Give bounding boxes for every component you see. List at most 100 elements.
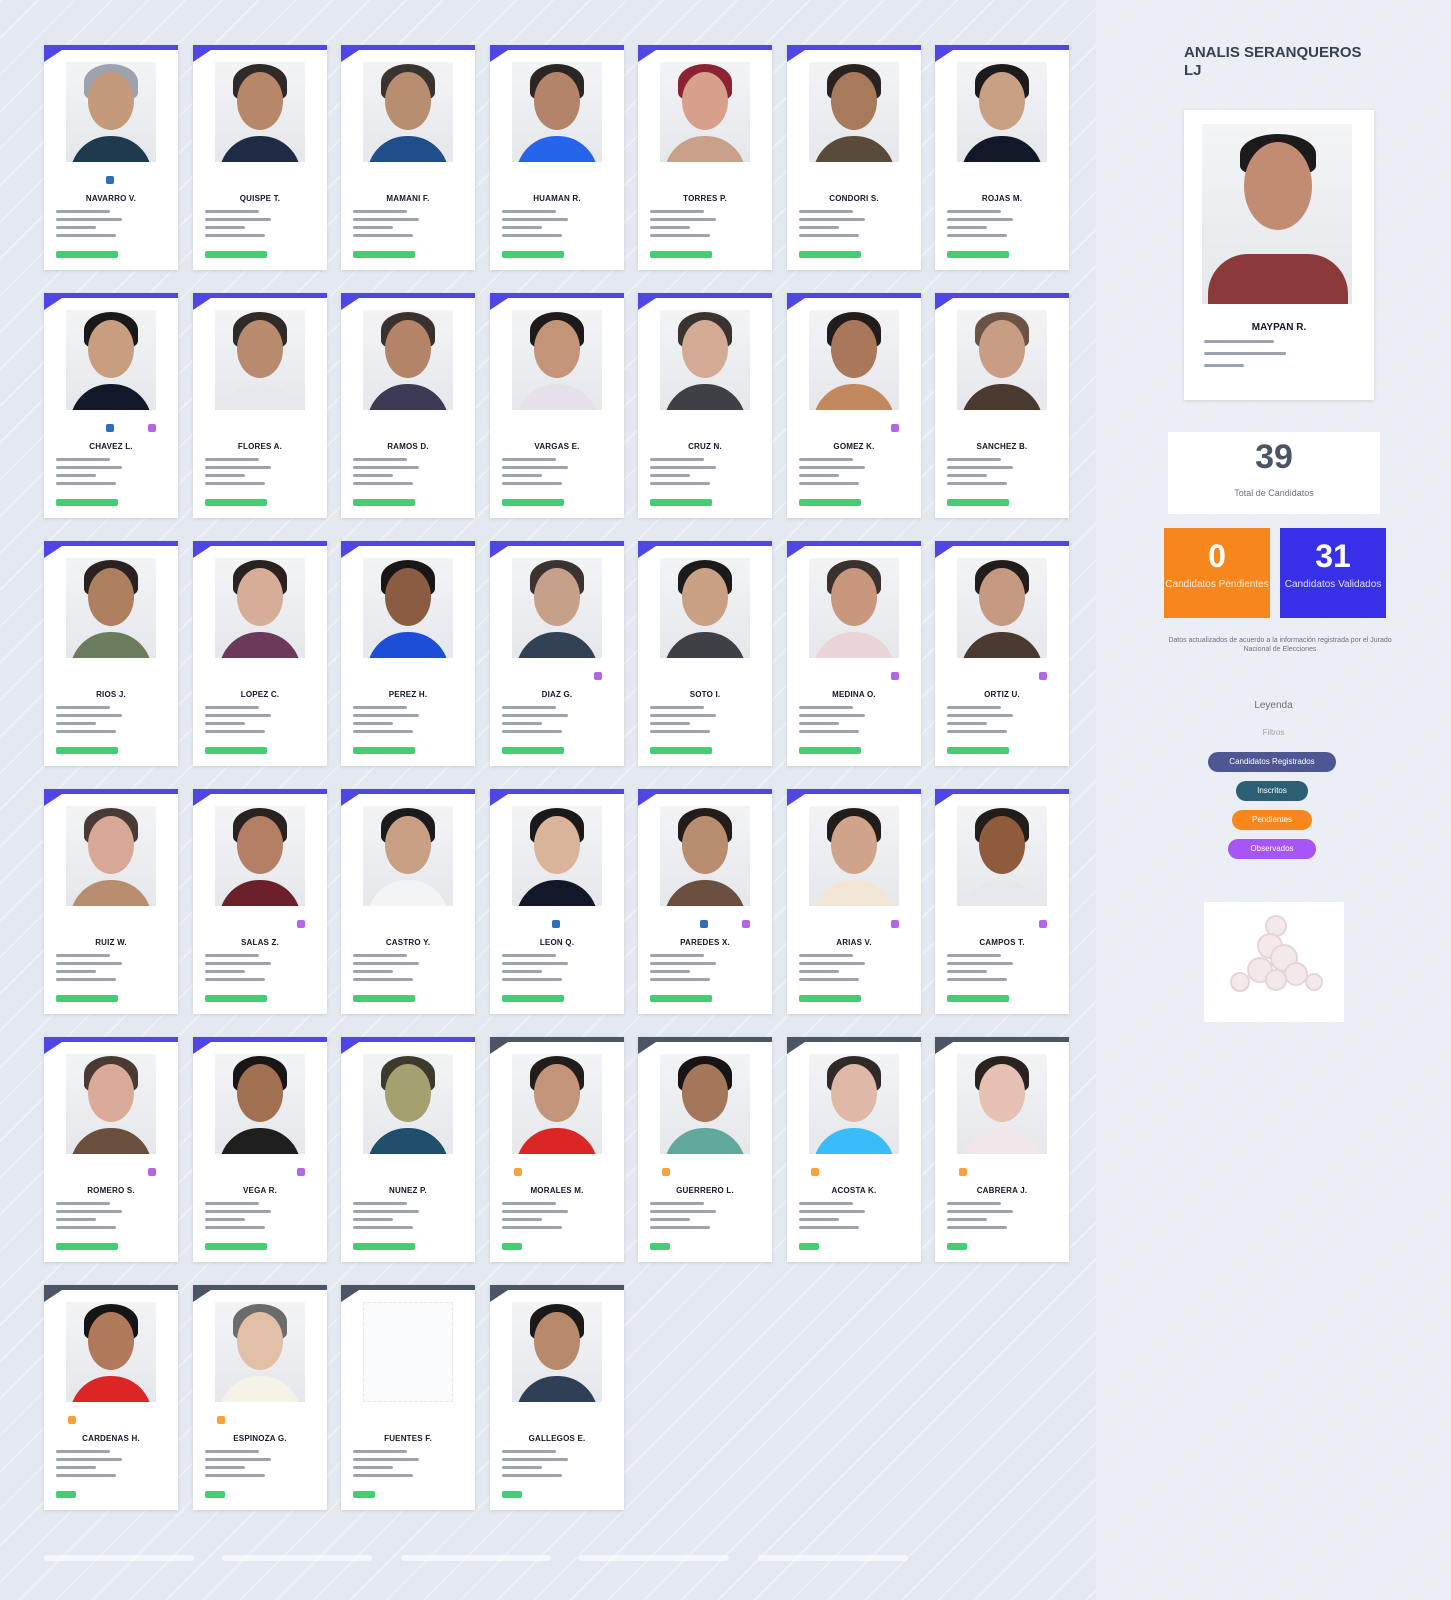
candidate-face	[385, 568, 431, 626]
candidate-name: HUAMAN R.	[533, 194, 581, 203]
candidate-details	[56, 1450, 122, 1482]
detail-line	[205, 210, 259, 213]
detail-line	[56, 954, 110, 957]
candidate-card[interactable]: RIOS J.	[44, 541, 178, 766]
candidate-face	[88, 320, 134, 378]
candidate-shoulders	[219, 880, 301, 906]
validated-stat-card[interactable]: 31 Candidatos Validados	[1280, 528, 1386, 618]
card-corner-flag	[193, 50, 211, 62]
candidate-card[interactable]: GALLEGOS E.	[490, 1285, 624, 1510]
candidate-card[interactable]: LEON Q.	[490, 789, 624, 1014]
detail-line	[353, 1466, 393, 1469]
candidate-shoulders	[813, 880, 895, 906]
candidate-photo	[957, 806, 1047, 906]
detail-line	[947, 954, 1001, 957]
candidate-details	[56, 1202, 122, 1234]
candidate-card[interactable]: NAVARRO V.	[44, 45, 178, 270]
status-tag	[205, 1491, 225, 1498]
total-count: 39	[1255, 438, 1293, 476]
candidate-shoulders	[367, 632, 449, 658]
detail-line	[650, 714, 716, 717]
card-corner-flag	[638, 546, 656, 558]
candidate-card[interactable]: SALAS Z.	[193, 789, 327, 1014]
featured-candidate-card[interactable]: MAYPAN R.	[1184, 110, 1374, 400]
status-tag	[205, 747, 267, 754]
candidate-card[interactable]: MEDINA O.	[787, 541, 921, 766]
candidate-card[interactable]: ARIAS V.	[787, 789, 921, 1014]
candidate-card[interactable]: PAREDES X.	[638, 789, 772, 1014]
candidate-card[interactable]: MORALES M.	[490, 1037, 624, 1262]
detail-line	[56, 970, 96, 973]
filter-registered-pill[interactable]: Candidatos Registrados	[1208, 752, 1336, 772]
candidate-card[interactable]: DIAZ G.	[490, 541, 624, 766]
candidate-face	[979, 568, 1025, 626]
card-corner-flag	[787, 1042, 805, 1054]
candidate-card[interactable]: SOTO I.	[638, 541, 772, 766]
card-corner-flag	[193, 298, 211, 310]
candidate-card[interactable]: ESPINOZA G.	[193, 1285, 327, 1510]
candidate-face	[534, 816, 580, 874]
candidate-card[interactable]: QUISPE T.	[193, 45, 327, 270]
candidate-shoulders	[813, 632, 895, 658]
candidate-card[interactable]: CASTRO Y.	[341, 789, 475, 1014]
candidate-card[interactable]: ROJAS M.	[935, 45, 1069, 270]
total-label: Total de Candidatos	[1234, 488, 1314, 498]
candidate-face	[682, 320, 728, 378]
candidate-card[interactable]: RUIZ W.	[44, 789, 178, 1014]
candidate-card[interactable]: TORRES P.	[638, 45, 772, 270]
filter-enrolled-pill[interactable]: Inscritos	[1236, 781, 1308, 801]
candidate-card[interactable]: CABRERA J.	[935, 1037, 1069, 1262]
candidate-details	[56, 210, 122, 242]
card-corner-flag	[638, 50, 656, 62]
update-note: Datos actualizados de acuerdo a la infor…	[1168, 637, 1392, 653]
detail-line	[650, 1218, 690, 1221]
candidate-card[interactable]: CONDORI S.	[787, 45, 921, 270]
candidate-card[interactable]: NUNEZ P.	[341, 1037, 475, 1262]
candidate-card[interactable]: MAMANI F.	[341, 45, 475, 270]
candidate-card[interactable]: CRUZ N.	[638, 293, 772, 518]
candidate-face	[88, 568, 134, 626]
candidate-details	[799, 954, 865, 986]
candidate-details	[502, 210, 568, 242]
candidate-card[interactable]: CAMPOS T.	[935, 789, 1069, 1014]
candidate-card[interactable]: PEREZ H.	[341, 541, 475, 766]
candidate-card[interactable]: FUENTES F.	[341, 1285, 475, 1510]
legend-subtitle: Filtros	[1262, 728, 1285, 737]
candidate-card[interactable]: VEGA R.	[193, 1037, 327, 1262]
candidate-details	[799, 706, 865, 738]
candidate-card[interactable]: FLORES A.	[193, 293, 327, 518]
candidate-face	[385, 320, 431, 378]
detail-line	[650, 730, 710, 733]
detail-line	[56, 218, 122, 221]
filter-pending-pill[interactable]: Pendientes	[1232, 810, 1312, 830]
status-tag	[650, 747, 712, 754]
status-tag	[205, 995, 267, 1002]
candidate-card[interactable]: SANCHEZ B.	[935, 293, 1069, 518]
featured-face	[1244, 142, 1312, 230]
candidate-card[interactable]: CHAVEZ L.	[44, 293, 178, 518]
detail-line	[56, 1474, 116, 1477]
candidate-details	[353, 1450, 419, 1482]
candidate-card[interactable]: GOMEZ K.	[787, 293, 921, 518]
candidate-card[interactable]: ROMERO S.	[44, 1037, 178, 1262]
candidate-card[interactable]: ACOSTA K.	[787, 1037, 921, 1262]
candidate-card[interactable]: LOPEZ C.	[193, 541, 327, 766]
candidate-name: ESPINOZA G.	[233, 1434, 287, 1443]
candidate-card[interactable]: ORTIZ U.	[935, 541, 1069, 766]
candidate-details	[56, 706, 122, 738]
candidate-card[interactable]: GUERRERO L.	[638, 1037, 772, 1262]
status-tag	[947, 1243, 967, 1250]
region-map[interactable]	[1204, 902, 1344, 1022]
candidate-photo	[809, 806, 899, 906]
candidate-card[interactable]: VARGAS E.	[490, 293, 624, 518]
candidate-card[interactable]: HUAMAN R.	[490, 45, 624, 270]
pending-stat-card[interactable]: 0 Candidatos Pendientes	[1164, 528, 1270, 618]
candidate-card[interactable]: CARDENAS H.	[44, 1285, 178, 1510]
card-corner-flag	[787, 546, 805, 558]
candidate-photo	[809, 310, 899, 410]
candidate-details	[205, 706, 271, 738]
filter-observed-pill[interactable]: Observados	[1228, 839, 1316, 859]
featured-detail-line	[1204, 352, 1286, 355]
candidate-details	[502, 1450, 568, 1482]
candidate-card[interactable]: RAMOS D.	[341, 293, 475, 518]
